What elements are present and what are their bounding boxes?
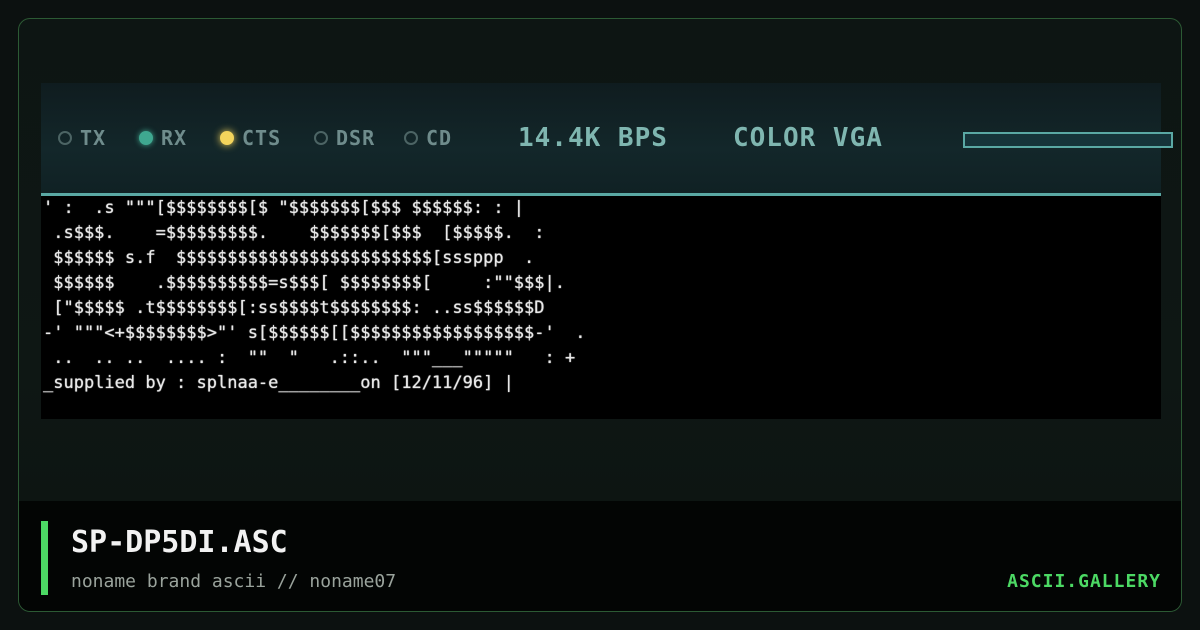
- indicator-label: CD: [426, 126, 453, 150]
- indicator-dsr: DSR: [314, 126, 376, 150]
- file-subtitle: noname brand ascii // noname07: [71, 571, 397, 592]
- ascii-art: ' : .s """[$$$$$$$$[$ "$$$$$$$[$$$ $$$$$…: [41, 196, 703, 419]
- modem-status-bar: TX RX CTS DSR CD 14.4K BPS COLOR VGA: [41, 83, 1173, 196]
- art-line: .. .. .. .... : "" " .::.. """___""""" :…: [43, 348, 576, 368]
- indicator-label: TX: [80, 126, 107, 150]
- baud-rate: 14.4K BPS: [518, 123, 668, 153]
- cts-led-icon: [220, 131, 234, 145]
- accent-bar: [41, 521, 48, 595]
- indicator-label: RX: [161, 126, 188, 150]
- art-line: _supplied by : splnaa-e________on [12/11…: [43, 373, 514, 393]
- art-line: $$$$$$ .$$$$$$$$$$=s$$$[ $$$$$$$$[ :""$$…: [43, 273, 565, 293]
- indicator-cts: CTS: [220, 126, 282, 150]
- cd-led-icon: [404, 131, 418, 145]
- indicator-rx: RX: [139, 126, 188, 150]
- indicator-label: CTS: [242, 126, 282, 150]
- file-title: SP-DP5DI.ASC: [71, 525, 288, 560]
- terminal-screen: TX RX CTS DSR CD 14.4K BPS COLOR VGA ' :: [41, 83, 1173, 419]
- tx-led-icon: [58, 131, 72, 145]
- art-line: $$$$$$ s.f $$$$$$$$$$$$$$$$$$$$$$$$$[sss…: [43, 248, 535, 268]
- indicator-cd: CD: [404, 126, 453, 150]
- indicator-label: DSR: [336, 126, 376, 150]
- rx-led-icon: [139, 131, 153, 145]
- art-line: ["$$$$$ .t$$$$$$$$[:ss$$$$t$$$$$$$$: ..s…: [43, 298, 545, 318]
- art-line: ' : .s """[$$$$$$$$[$ "$$$$$$$[$$$ $$$$$…: [43, 198, 525, 218]
- dsr-led-icon: [314, 131, 328, 145]
- site-brand[interactable]: ASCII.GALLERY: [1007, 571, 1161, 592]
- preview-card: TX RX CTS DSR CD 14.4K BPS COLOR VGA ' :: [18, 18, 1182, 612]
- display-mode: COLOR VGA: [733, 123, 883, 153]
- footer: SP-DP5DI.ASC noname brand ascii // nonam…: [19, 501, 1181, 611]
- art-line: -' """<+$$$$$$$$>"' s[$$$$$$[[$$$$$$$$$$…: [43, 323, 586, 343]
- art-line: .s$$$. =$$$$$$$$$. $$$$$$$[$$$ [$$$$$. :: [43, 223, 545, 243]
- indicator-tx: TX: [58, 126, 107, 150]
- transfer-meter: [963, 132, 1173, 148]
